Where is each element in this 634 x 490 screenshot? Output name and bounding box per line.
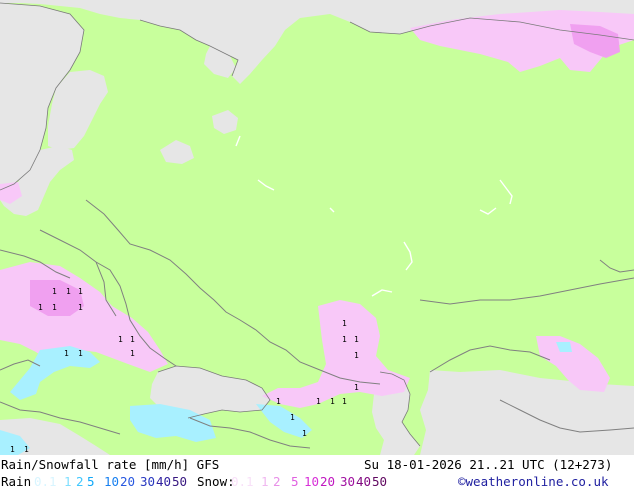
snow-marker: 1 (316, 397, 321, 406)
snow-marker: 1 (342, 319, 347, 328)
rain-legend-item: 40 (156, 474, 172, 489)
snow-legend-item: 50 (372, 474, 388, 489)
snow-legend-item: 0.1 (231, 474, 254, 489)
snow-marker: 1 (64, 349, 69, 358)
snow-marker: 1 (302, 429, 307, 438)
footer-title-row: Rain/Snowfall rate [mm/h] GFS Su 18-01-2… (0, 456, 634, 473)
snow-marker: 1 (52, 287, 57, 296)
weather-map: 1 1 1 1 1 1 1 1 1 1 1 1 1 1 1 1 1 1 1 1 … (0, 0, 634, 455)
footer-legend-row: Rain 0.1 1 2 5 10 20 30 40 50 Snow: 0.1 1 2 5 10 20 30… (0, 473, 634, 490)
rain-legend: 0.1 1 2 5 10 20 30 40 50 (34, 473, 194, 490)
snow-marker: 1 (342, 335, 347, 344)
snow-marker: 1 (130, 335, 135, 344)
snow-marker: 1 (354, 335, 359, 344)
snow-legend-item: 30 (340, 474, 356, 489)
rain-legend-label: Rain (1, 474, 32, 489)
snow-legend-item: 10 (304, 474, 320, 489)
snow-legend: 0.1 1 2 5 10 20 30 40 50 (231, 473, 394, 490)
rain-legend-item: 10 (104, 474, 120, 489)
snow-legend-item: 40 (356, 474, 372, 489)
snow-marker: 1 (78, 349, 83, 358)
rain-legend-item: 0.1 (34, 474, 57, 489)
rain-legend-item: 50 (172, 474, 188, 489)
map-canvas: 1 1 1 1 1 1 1 1 1 1 1 1 1 1 1 1 1 1 1 1 … (0, 0, 634, 455)
rain-legend-item: 2 (76, 474, 84, 489)
snow-marker: 1 (24, 445, 29, 454)
snow-marker: 1 (10, 445, 15, 454)
snow-marker: 1 (52, 303, 57, 312)
snow-marker: 1 (290, 413, 295, 422)
snow-legend-item: 1 (261, 474, 269, 489)
snow-marker: 1 (354, 351, 359, 360)
snow-marker: 1 (130, 349, 135, 358)
snow-legend-label: Snow: (197, 474, 235, 489)
rain-legend-item: 5 (87, 474, 95, 489)
rain-legend-item: 30 (140, 474, 156, 489)
valid-time: Su 18-01-2026 21..21 UTC (12+273) (364, 457, 613, 472)
snow-legend-item: 5 (291, 474, 299, 489)
snow-legend-item: 2 (273, 474, 281, 489)
snow-marker: 1 (38, 303, 43, 312)
snow-marker: 1 (78, 287, 83, 296)
snow-marker: 1 (354, 383, 359, 392)
snow-marker: 1 (66, 287, 71, 296)
snow-marker: 1 (276, 397, 281, 406)
snow-legend-item: 20 (320, 474, 336, 489)
map-title: Rain/Snowfall rate [mm/h] GFS (1, 457, 220, 472)
snow-marker: 1 (342, 397, 347, 406)
snow-marker: 1 (118, 335, 123, 344)
credit-link[interactable]: ©weatheronline.co.uk (458, 473, 609, 490)
rain-legend-item: 20 (120, 474, 136, 489)
map-footer: Rain/Snowfall rate [mm/h] GFS Su 18-01-2… (0, 455, 634, 490)
snow-marker: 1 (78, 303, 83, 312)
rain-legend-item: 1 (64, 474, 72, 489)
snow-marker: 1 (330, 397, 335, 406)
